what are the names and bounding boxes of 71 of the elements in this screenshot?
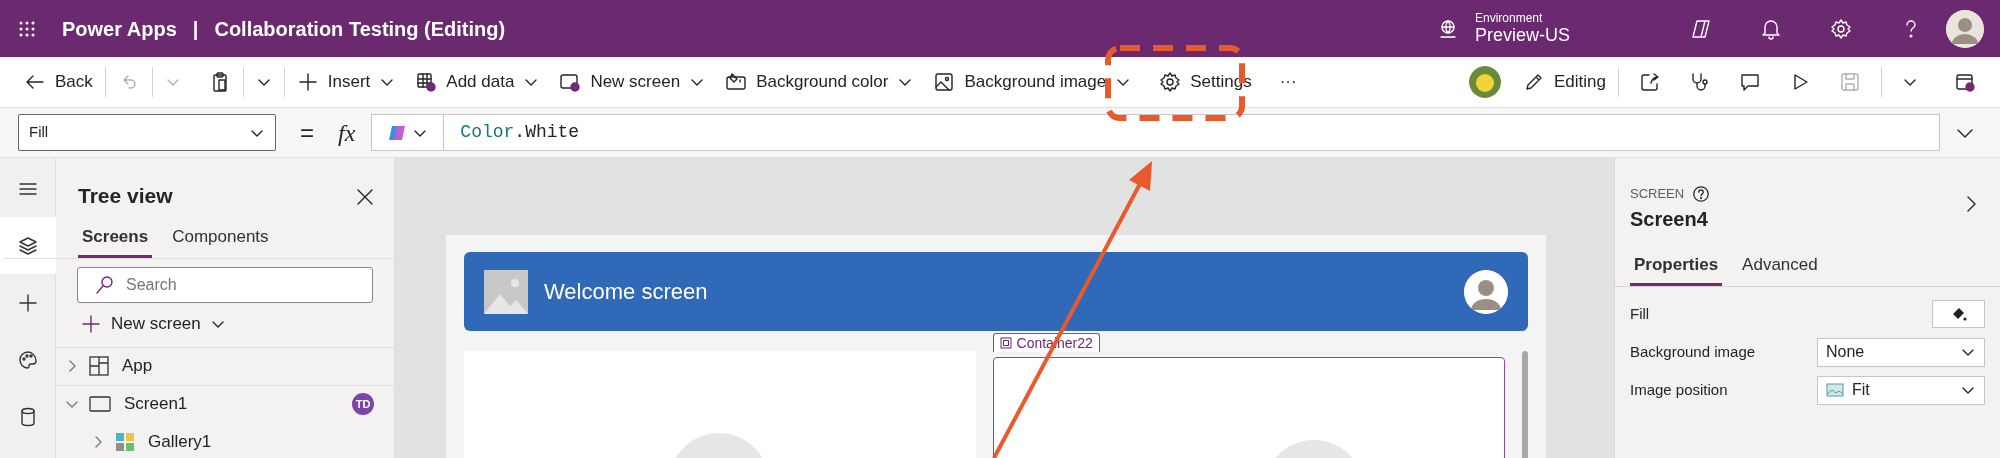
plus-icon	[80, 312, 102, 335]
layers-icon	[17, 234, 39, 257]
back-button[interactable]: Back	[18, 65, 99, 99]
new-screen-button[interactable]: New screen	[74, 307, 232, 341]
screen-icon	[559, 71, 582, 93]
equals-sign: =	[300, 117, 314, 148]
screen-name: Screen4	[1630, 206, 1708, 232]
new-screen-button[interactable]: New screen	[553, 65, 712, 99]
panel-title: Tree view	[78, 183, 173, 209]
field-label: Fill	[1630, 303, 1650, 324]
search-icon	[94, 274, 116, 296]
tab[interactable]: Screens	[78, 223, 153, 258]
image-icon	[933, 71, 956, 93]
more-button[interactable]: ···	[1273, 65, 1303, 99]
gallery-icon	[114, 430, 136, 453]
table-icon	[415, 71, 438, 93]
tree-item-label: App	[122, 355, 153, 378]
tree-item-label: Screen1	[124, 393, 188, 416]
user-badge: TD	[352, 393, 374, 415]
formula-text: Color.White	[459, 121, 581, 144]
image-icon	[1826, 383, 1844, 397]
notification-icon	[1760, 18, 1782, 41]
user-avatar	[1464, 269, 1508, 314]
dropdown[interactable]: Fit	[1817, 375, 1985, 405]
user-avatar[interactable]	[1946, 9, 1984, 48]
insert-button[interactable]: Insert	[290, 65, 402, 99]
share-icon	[1639, 71, 1661, 93]
settings-icon	[1159, 71, 1182, 93]
function-label: fx	[338, 118, 356, 148]
product-name: Power Apps	[62, 16, 177, 42]
tab[interactable]: Properties	[1630, 251, 1723, 286]
save-icon	[1839, 71, 1861, 93]
tab[interactable]: Components	[168, 223, 273, 258]
publish-icon	[1954, 71, 1976, 93]
control-type: SCREEN	[1630, 185, 1685, 203]
help-icon[interactable]	[1692, 184, 1711, 203]
field-label: Background image	[1630, 341, 1756, 362]
header-title: Welcome screen	[544, 278, 708, 306]
background-color-button[interactable]: Background color	[719, 65, 920, 99]
dropdown[interactable]: None	[1817, 337, 1985, 367]
search-field[interactable]: Search	[77, 267, 373, 303]
user-avatar[interactable]	[1469, 66, 1501, 98]
editing-button[interactable]: Editing	[1517, 65, 1612, 99]
scrollbar[interactable]	[1522, 351, 1528, 458]
image-placeholder-icon	[484, 269, 528, 314]
add-data-button[interactable]: Add data	[409, 65, 546, 99]
paint-bucket-icon	[725, 71, 748, 93]
environment-label: Environment	[1474, 10, 1544, 25]
property-dropdown[interactable]: Fill	[18, 114, 276, 151]
layers-button[interactable]	[0, 217, 56, 274]
background-image-button[interactable]: Background image	[927, 65, 1138, 99]
plus-icon	[17, 291, 39, 314]
environment-name[interactable]: Preview-US	[1474, 24, 1570, 47]
title-separator: |	[192, 16, 199, 42]
plus-icon	[296, 71, 319, 93]
copilot-icon	[1690, 18, 1712, 41]
settings-icon	[1830, 18, 1852, 41]
settings-button[interactable]: Settings	[1153, 65, 1258, 99]
formula-field[interactable]: Color.White	[371, 114, 1940, 151]
container-icon	[999, 337, 1012, 349]
tab[interactable]: Advanced	[1738, 251, 1822, 286]
comment-icon	[1739, 71, 1761, 93]
tree-item-label: Gallery1	[148, 430, 212, 453]
field-label: Image position	[1630, 379, 1728, 400]
search-input[interactable]: Search	[124, 272, 356, 298]
app-icon	[88, 355, 110, 377]
app-title: Collaboration Testing (Editing)	[214, 16, 506, 42]
screen-icon	[88, 393, 112, 415]
stethoscope-icon	[1689, 71, 1711, 93]
fill-color-button[interactable]	[1932, 300, 1985, 328]
palette-icon	[17, 348, 39, 371]
